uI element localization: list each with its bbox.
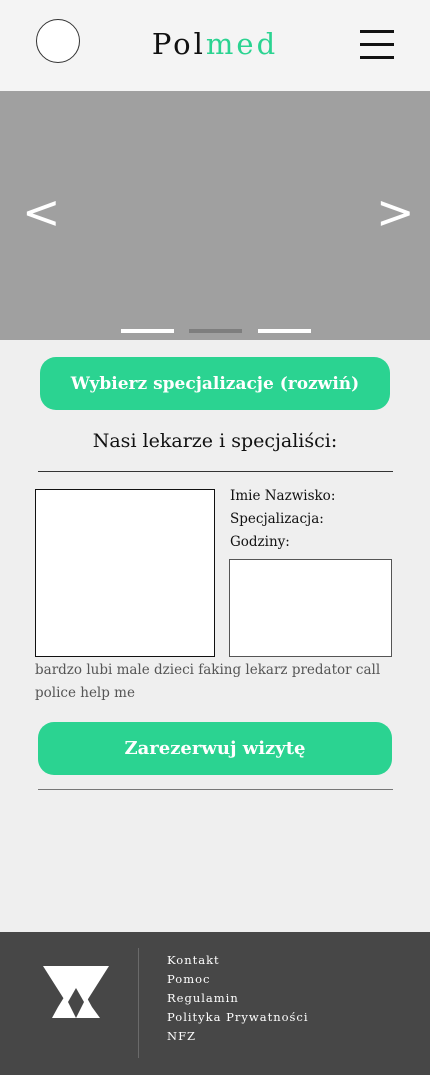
doctor-hours-label: Godziny: bbox=[230, 534, 290, 550]
footer-link-pomoc[interactable]: Pomoc bbox=[167, 970, 309, 989]
carousel-next-button[interactable]: > bbox=[376, 189, 415, 235]
footer-link-nfz[interactable]: NFZ bbox=[167, 1027, 309, 1046]
divider bbox=[38, 471, 393, 472]
footer: Kontakt Pomoc Regulamin Polityka Prywatn… bbox=[0, 932, 430, 1075]
brand-text-part2: med bbox=[205, 27, 279, 61]
brand-text-part1: Pol bbox=[151, 27, 206, 61]
doctor-photo bbox=[35, 489, 215, 657]
divider bbox=[38, 789, 393, 790]
image-carousel: < > bbox=[0, 91, 430, 340]
select-specialization-button[interactable]: Wybierz specjalizacje (rozwiń) bbox=[40, 357, 390, 410]
doctor-specialization-label: Specjalizacja: bbox=[230, 511, 324, 527]
footer-divider bbox=[138, 948, 139, 1058]
footer-link-regulamin[interactable]: Regulamin bbox=[167, 989, 309, 1008]
carousel-indicator-3[interactable] bbox=[258, 329, 311, 333]
footer-link-privacy[interactable]: Polityka Prywatności bbox=[167, 1008, 309, 1027]
menu-bar bbox=[360, 43, 394, 46]
carousel-prev-button[interactable]: < bbox=[22, 189, 61, 235]
menu-bar bbox=[360, 56, 394, 59]
footer-links: Kontakt Pomoc Regulamin Polityka Prywatn… bbox=[167, 951, 309, 1046]
doctor-name-label: Imie Nazwisko: bbox=[230, 488, 336, 504]
header: Polmed bbox=[0, 0, 430, 91]
section-title: Nasi lekarze i specjaliści: bbox=[92, 430, 338, 452]
hamburger-icon[interactable] bbox=[360, 30, 394, 60]
book-visit-button[interactable]: Zarezerwuj wizytę bbox=[38, 722, 392, 775]
carousel-indicator-2[interactable] bbox=[189, 329, 242, 333]
carousel-indicator-1[interactable] bbox=[121, 329, 174, 333]
menu-bar bbox=[360, 30, 394, 33]
doctor-hours-box bbox=[229, 559, 392, 657]
doctor-description: bardzo lubi male dzieci faking lekarz pr… bbox=[35, 662, 381, 701]
footer-link-kontakt[interactable]: Kontakt bbox=[167, 951, 309, 970]
footer-logo-icon[interactable] bbox=[42, 965, 110, 1020]
